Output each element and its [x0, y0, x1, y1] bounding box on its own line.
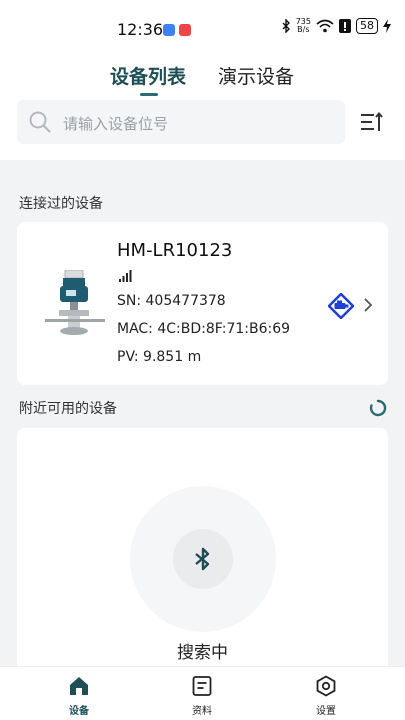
bluetooth-scan-radar — [130, 486, 276, 632]
search-input[interactable]: 请输入设备位号 — [63, 113, 168, 134]
device-image — [45, 270, 105, 335]
notification-icon — [163, 24, 175, 36]
nearby-devices-title: 附近可用的设备 — [19, 401, 117, 417]
settings-icon — [316, 675, 336, 697]
bluetooth-icon — [195, 547, 210, 571]
sort-filter-icon[interactable] — [360, 112, 384, 134]
device-name: HM-LR10123 — [117, 240, 233, 261]
home-icon — [70, 677, 88, 695]
signal-strength-icon — [119, 270, 132, 282]
charging-icon — [383, 19, 391, 33]
hart-protocol-icon — [328, 293, 354, 319]
battery-indicator: 58 — [356, 18, 378, 34]
tab-device-list[interactable]: 设备列表 — [110, 62, 186, 96]
bluetooth-icon — [282, 19, 290, 33]
device-mac: MAC: 4C:BD:8F:71:B6:69 — [117, 321, 291, 337]
net-speed-unit: B/s — [297, 25, 310, 34]
nav-docs-label: 资料 — [192, 706, 212, 717]
net-speed: 735 B/s — [296, 18, 311, 34]
chevron-right-icon[interactable] — [363, 297, 373, 313]
search-icon — [29, 111, 51, 133]
document-icon — [192, 676, 212, 696]
status-bar: 12:36 735 B/s 58 — [0, 0, 405, 60]
nav-docs[interactable]: 资料 — [172, 675, 232, 717]
bottom-nav: 设备 资料 设置 — [0, 666, 405, 720]
nav-settings-label: 设置 — [316, 706, 336, 717]
connected-devices-title: 连接过的设备 — [19, 196, 103, 212]
status-right: 735 B/s 58 — [281, 18, 391, 34]
alert-icon — [339, 19, 351, 33]
tab-demo-devices[interactable]: 演示设备 — [218, 62, 294, 89]
searching-label: 搜索中 — [177, 643, 228, 663]
device-sn: SN: 405477378 — [117, 293, 226, 309]
nav-settings[interactable]: 设置 — [296, 675, 356, 717]
connected-device-card[interactable]: HM-LR10123 SN: 405477378 MAC: 4C:BD:8F:7… — [17, 222, 388, 385]
status-time: 12:36 — [117, 20, 164, 39]
nav-devices[interactable]: 设备 — [49, 675, 109, 717]
nearby-devices-panel: 搜索中 — [17, 428, 388, 666]
wifi-icon — [316, 19, 334, 33]
device-pv: PV: 9.851 m — [117, 349, 202, 365]
app-notification-icon — [179, 24, 191, 36]
bluetooth-scan-center — [173, 529, 233, 589]
nav-devices-label: 设备 — [69, 706, 89, 717]
loading-spinner-icon — [369, 399, 387, 417]
search-box[interactable]: 请输入设备位号 — [17, 100, 345, 144]
